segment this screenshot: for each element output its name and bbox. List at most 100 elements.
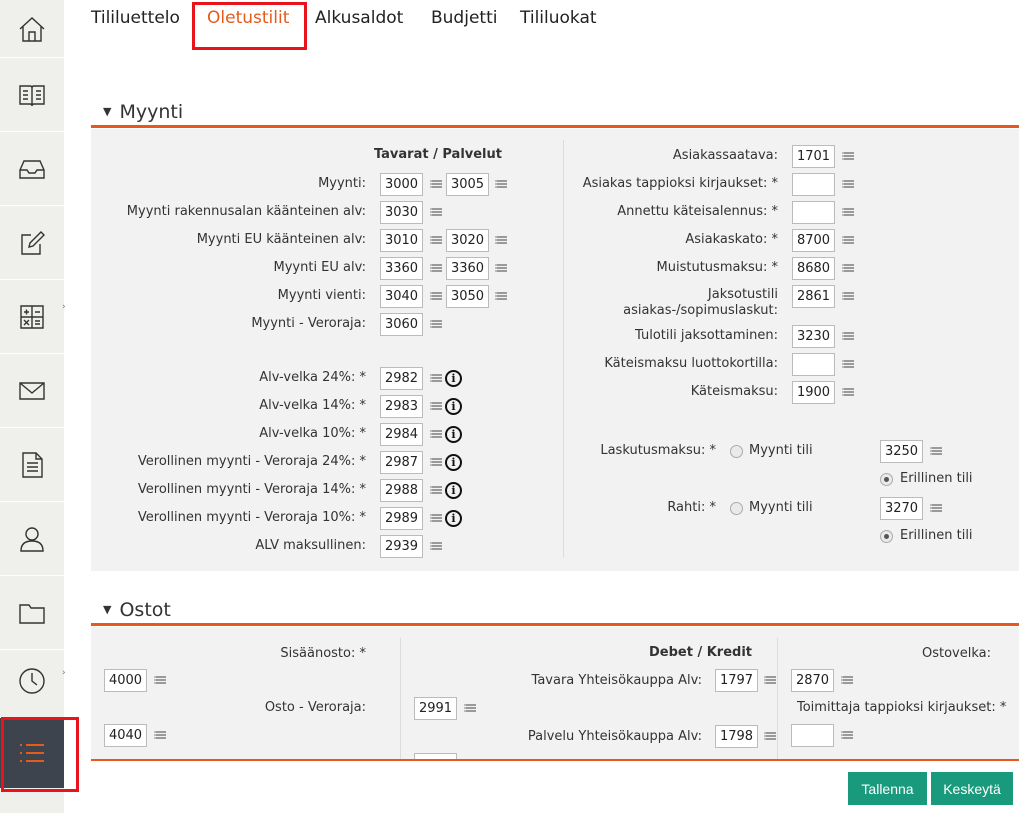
tab-tililuokat[interactable]: Tililuokat bbox=[520, 8, 597, 28]
section-myynti-toggle[interactable]: ▼ Myynti bbox=[103, 101, 183, 123]
info-icon[interactable]: i bbox=[445, 454, 462, 471]
list-icon[interactable] bbox=[842, 236, 854, 246]
account-field[interactable]: 3040 bbox=[380, 285, 423, 308]
sidebar-item-mail[interactable] bbox=[0, 354, 64, 428]
list-icon[interactable] bbox=[842, 360, 854, 370]
account-field[interactable]: 2988 bbox=[380, 479, 423, 502]
sidebar-item-inbox[interactable] bbox=[0, 132, 64, 206]
account-field[interactable]: 3010 bbox=[380, 229, 423, 252]
rahti-myynti-radio[interactable] bbox=[730, 502, 743, 515]
account-field[interactable]: 8700 bbox=[792, 229, 835, 252]
list-icon[interactable] bbox=[842, 388, 854, 398]
info-icon[interactable]: i bbox=[445, 370, 462, 387]
list-icon[interactable] bbox=[764, 676, 776, 686]
account-field[interactable]: 1900 bbox=[792, 381, 835, 404]
tavara-yhteisokauppa-field[interactable]: 1797 bbox=[715, 669, 758, 692]
tab-tililuettelo[interactable]: Tililuettelo bbox=[91, 8, 180, 28]
list-icon[interactable] bbox=[430, 514, 442, 524]
list-icon[interactable] bbox=[430, 430, 442, 440]
account-field[interactable] bbox=[792, 353, 835, 376]
account-field[interactable]: 2939 bbox=[380, 535, 423, 558]
info-icon[interactable]: i bbox=[445, 482, 462, 499]
list-icon[interactable] bbox=[430, 180, 442, 190]
sisaanosto-account-field[interactable]: 4000 bbox=[104, 669, 147, 692]
list-icon[interactable] bbox=[430, 264, 442, 274]
sidebar-item-clock[interactable] bbox=[0, 644, 64, 718]
list-icon[interactable] bbox=[842, 332, 854, 342]
account-field[interactable]: 3000 bbox=[380, 173, 423, 196]
toimittaja-tappioksi-field[interactable] bbox=[791, 724, 834, 747]
info-icon[interactable]: i bbox=[445, 510, 462, 527]
list-icon[interactable] bbox=[495, 180, 507, 190]
list-icon[interactable] bbox=[430, 292, 442, 302]
account-field[interactable]: 3060 bbox=[380, 313, 423, 336]
tab-budjetti[interactable]: Budjetti bbox=[431, 8, 497, 28]
account-field[interactable]: 3230 bbox=[792, 325, 835, 348]
ostovelka-account-field[interactable]: 2870 bbox=[791, 669, 834, 692]
list-icon[interactable] bbox=[430, 236, 442, 246]
info-icon[interactable]: i bbox=[445, 398, 462, 415]
account-field[interactable]: 3030 bbox=[380, 201, 423, 224]
osto-veroraja-account-field[interactable]: 4040 bbox=[104, 724, 147, 747]
list-icon[interactable] bbox=[430, 542, 442, 552]
list-icon[interactable] bbox=[842, 152, 854, 162]
account-field[interactable] bbox=[792, 201, 835, 224]
list-icon[interactable] bbox=[842, 208, 854, 218]
rahti-account-field[interactable]: 3270 bbox=[880, 497, 923, 520]
sidebar-item-calculator[interactable] bbox=[0, 280, 64, 354]
account-field[interactable]: 2989 bbox=[380, 507, 423, 530]
list-icon[interactable] bbox=[842, 292, 854, 302]
list-icon[interactable] bbox=[495, 236, 507, 246]
list-icon[interactable] bbox=[841, 731, 853, 741]
account-field[interactable]: 3050 bbox=[446, 285, 489, 308]
sidebar-item-list[interactable] bbox=[0, 718, 64, 788]
ostot-mid-account-field[interactable]: 2991 bbox=[414, 697, 457, 720]
account-field[interactable]: 2982 bbox=[380, 367, 423, 390]
section-ostot-toggle[interactable]: ▼ Ostot bbox=[103, 599, 171, 621]
list-icon[interactable] bbox=[930, 504, 942, 514]
account-field[interactable]: 2861 bbox=[792, 285, 835, 308]
account-field[interactable]: 1701 bbox=[792, 145, 835, 168]
info-icon[interactable]: i bbox=[445, 426, 462, 443]
cancel-button[interactable]: Keskeytä bbox=[931, 772, 1013, 805]
account-field[interactable]: 3360 bbox=[446, 257, 489, 280]
list-icon[interactable] bbox=[430, 208, 442, 218]
palvelu-yhteisokauppa-field[interactable]: 1798 bbox=[715, 725, 758, 748]
sidebar-item-document[interactable] bbox=[0, 428, 64, 502]
list-icon[interactable] bbox=[430, 320, 442, 330]
account-field[interactable]: 3360 bbox=[380, 257, 423, 280]
tab-oletustilit[interactable]: Oletustilit bbox=[207, 8, 289, 28]
list-icon[interactable] bbox=[842, 264, 854, 274]
account-field[interactable]: 3005 bbox=[446, 173, 489, 196]
sidebar-item-folder[interactable] bbox=[0, 576, 64, 650]
list-icon[interactable] bbox=[464, 704, 476, 714]
account-field[interactable]: 8680 bbox=[792, 257, 835, 280]
list-icon[interactable] bbox=[430, 374, 442, 384]
list-icon[interactable] bbox=[495, 264, 507, 274]
list-icon[interactable] bbox=[495, 292, 507, 302]
list-icon[interactable] bbox=[764, 732, 776, 742]
list-icon[interactable] bbox=[430, 458, 442, 468]
list-icon[interactable] bbox=[930, 447, 942, 457]
rahti-erillinen-radio[interactable] bbox=[880, 530, 893, 543]
account-field[interactable]: 2987 bbox=[380, 451, 423, 474]
sidebar-item-book[interactable] bbox=[0, 58, 64, 132]
tab-alkusaldot[interactable]: Alkusaldot bbox=[315, 8, 403, 28]
list-icon[interactable] bbox=[430, 402, 442, 412]
list-icon[interactable] bbox=[841, 676, 853, 686]
list-icon[interactable] bbox=[430, 486, 442, 496]
list-icon[interactable] bbox=[842, 180, 854, 190]
laskutusmaksu-myynti-radio[interactable] bbox=[730, 445, 743, 458]
account-field[interactable]: 2983 bbox=[380, 395, 423, 418]
account-field[interactable]: 2984 bbox=[380, 423, 423, 446]
list-icon[interactable] bbox=[154, 676, 166, 686]
list-icon[interactable] bbox=[154, 731, 166, 741]
sidebar-item-user[interactable] bbox=[0, 502, 64, 576]
laskutusmaksu-erillinen-radio[interactable] bbox=[880, 473, 893, 486]
laskutusmaksu-account-field[interactable]: 3250 bbox=[880, 440, 923, 463]
save-button[interactable]: Tallenna bbox=[848, 772, 927, 805]
account-field[interactable]: 3020 bbox=[446, 229, 489, 252]
sidebar-item-edit[interactable] bbox=[0, 206, 64, 280]
account-field[interactable] bbox=[792, 173, 835, 196]
sidebar-item-home[interactable] bbox=[0, 0, 64, 58]
